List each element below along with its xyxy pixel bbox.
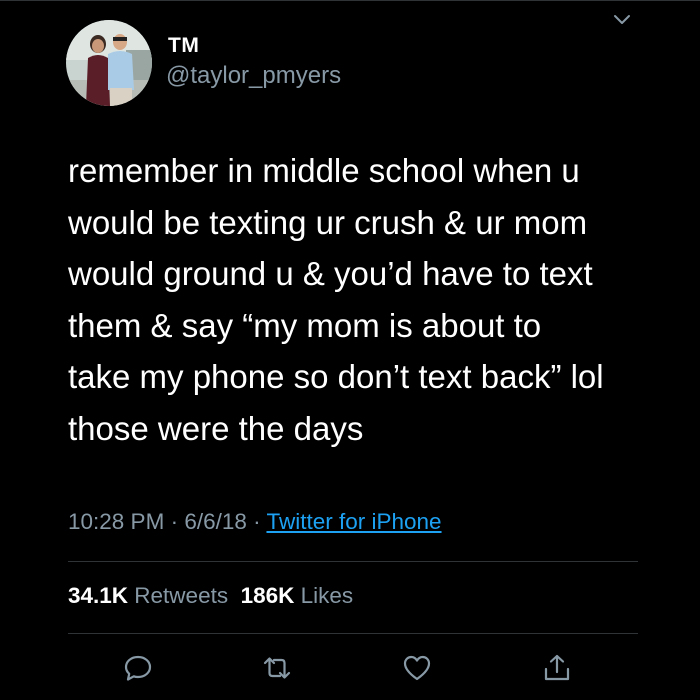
user-handle[interactable]: @taylor_pmyers xyxy=(166,62,341,90)
tweet-meta: 10:28 PM · 6/6/18 · Twitter for iPhone xyxy=(68,509,442,535)
divider xyxy=(68,561,638,562)
avatar[interactable] xyxy=(66,20,152,106)
reply-icon xyxy=(124,655,152,681)
tweet-line: take my phone so don’t text back” lol xyxy=(68,358,604,395)
tweet-line: would ground u & you’d have to text xyxy=(68,255,593,292)
share-icon xyxy=(544,654,570,681)
meta-separator: · xyxy=(164,509,185,534)
chevron-down-icon[interactable] xyxy=(610,8,634,32)
reply-button[interactable] xyxy=(122,652,154,684)
retweets-label: Retweets xyxy=(128,583,229,608)
tweet-line: would be texting ur crush & ur mom xyxy=(68,203,588,241)
like-icon xyxy=(403,655,431,681)
retweets-stat[interactable]: 34.1K Retweets xyxy=(68,583,228,608)
display-name[interactable]: TM xyxy=(168,34,199,58)
divider xyxy=(68,633,638,634)
top-divider xyxy=(0,0,700,1)
retweet-icon xyxy=(263,657,291,679)
tweet-date[interactable]: 6/6/18 xyxy=(184,509,247,534)
like-button[interactable] xyxy=(401,652,433,684)
meta-separator: · xyxy=(246,509,267,534)
retweet-button[interactable] xyxy=(261,652,293,684)
likes-stat[interactable]: 186K Likes xyxy=(241,583,354,608)
tweet-line: them & say “my mom is about to xyxy=(68,306,542,344)
retweets-count: 34.1K xyxy=(68,583,129,608)
tweet-line: remember in middle school when u xyxy=(68,152,580,189)
tweet-text: remember in middle school when u would b… xyxy=(68,145,658,454)
tweet-source-link[interactable]: Twitter for iPhone xyxy=(266,509,441,534)
likes-label: Likes xyxy=(294,583,354,608)
tweet-line: those were the days xyxy=(68,409,364,447)
likes-count: 186K xyxy=(240,583,295,608)
share-button[interactable] xyxy=(541,652,573,684)
tweet-time[interactable]: 10:28 PM xyxy=(68,509,164,534)
tweet-stats: 34.1K Retweets 186K Likes xyxy=(68,583,353,609)
